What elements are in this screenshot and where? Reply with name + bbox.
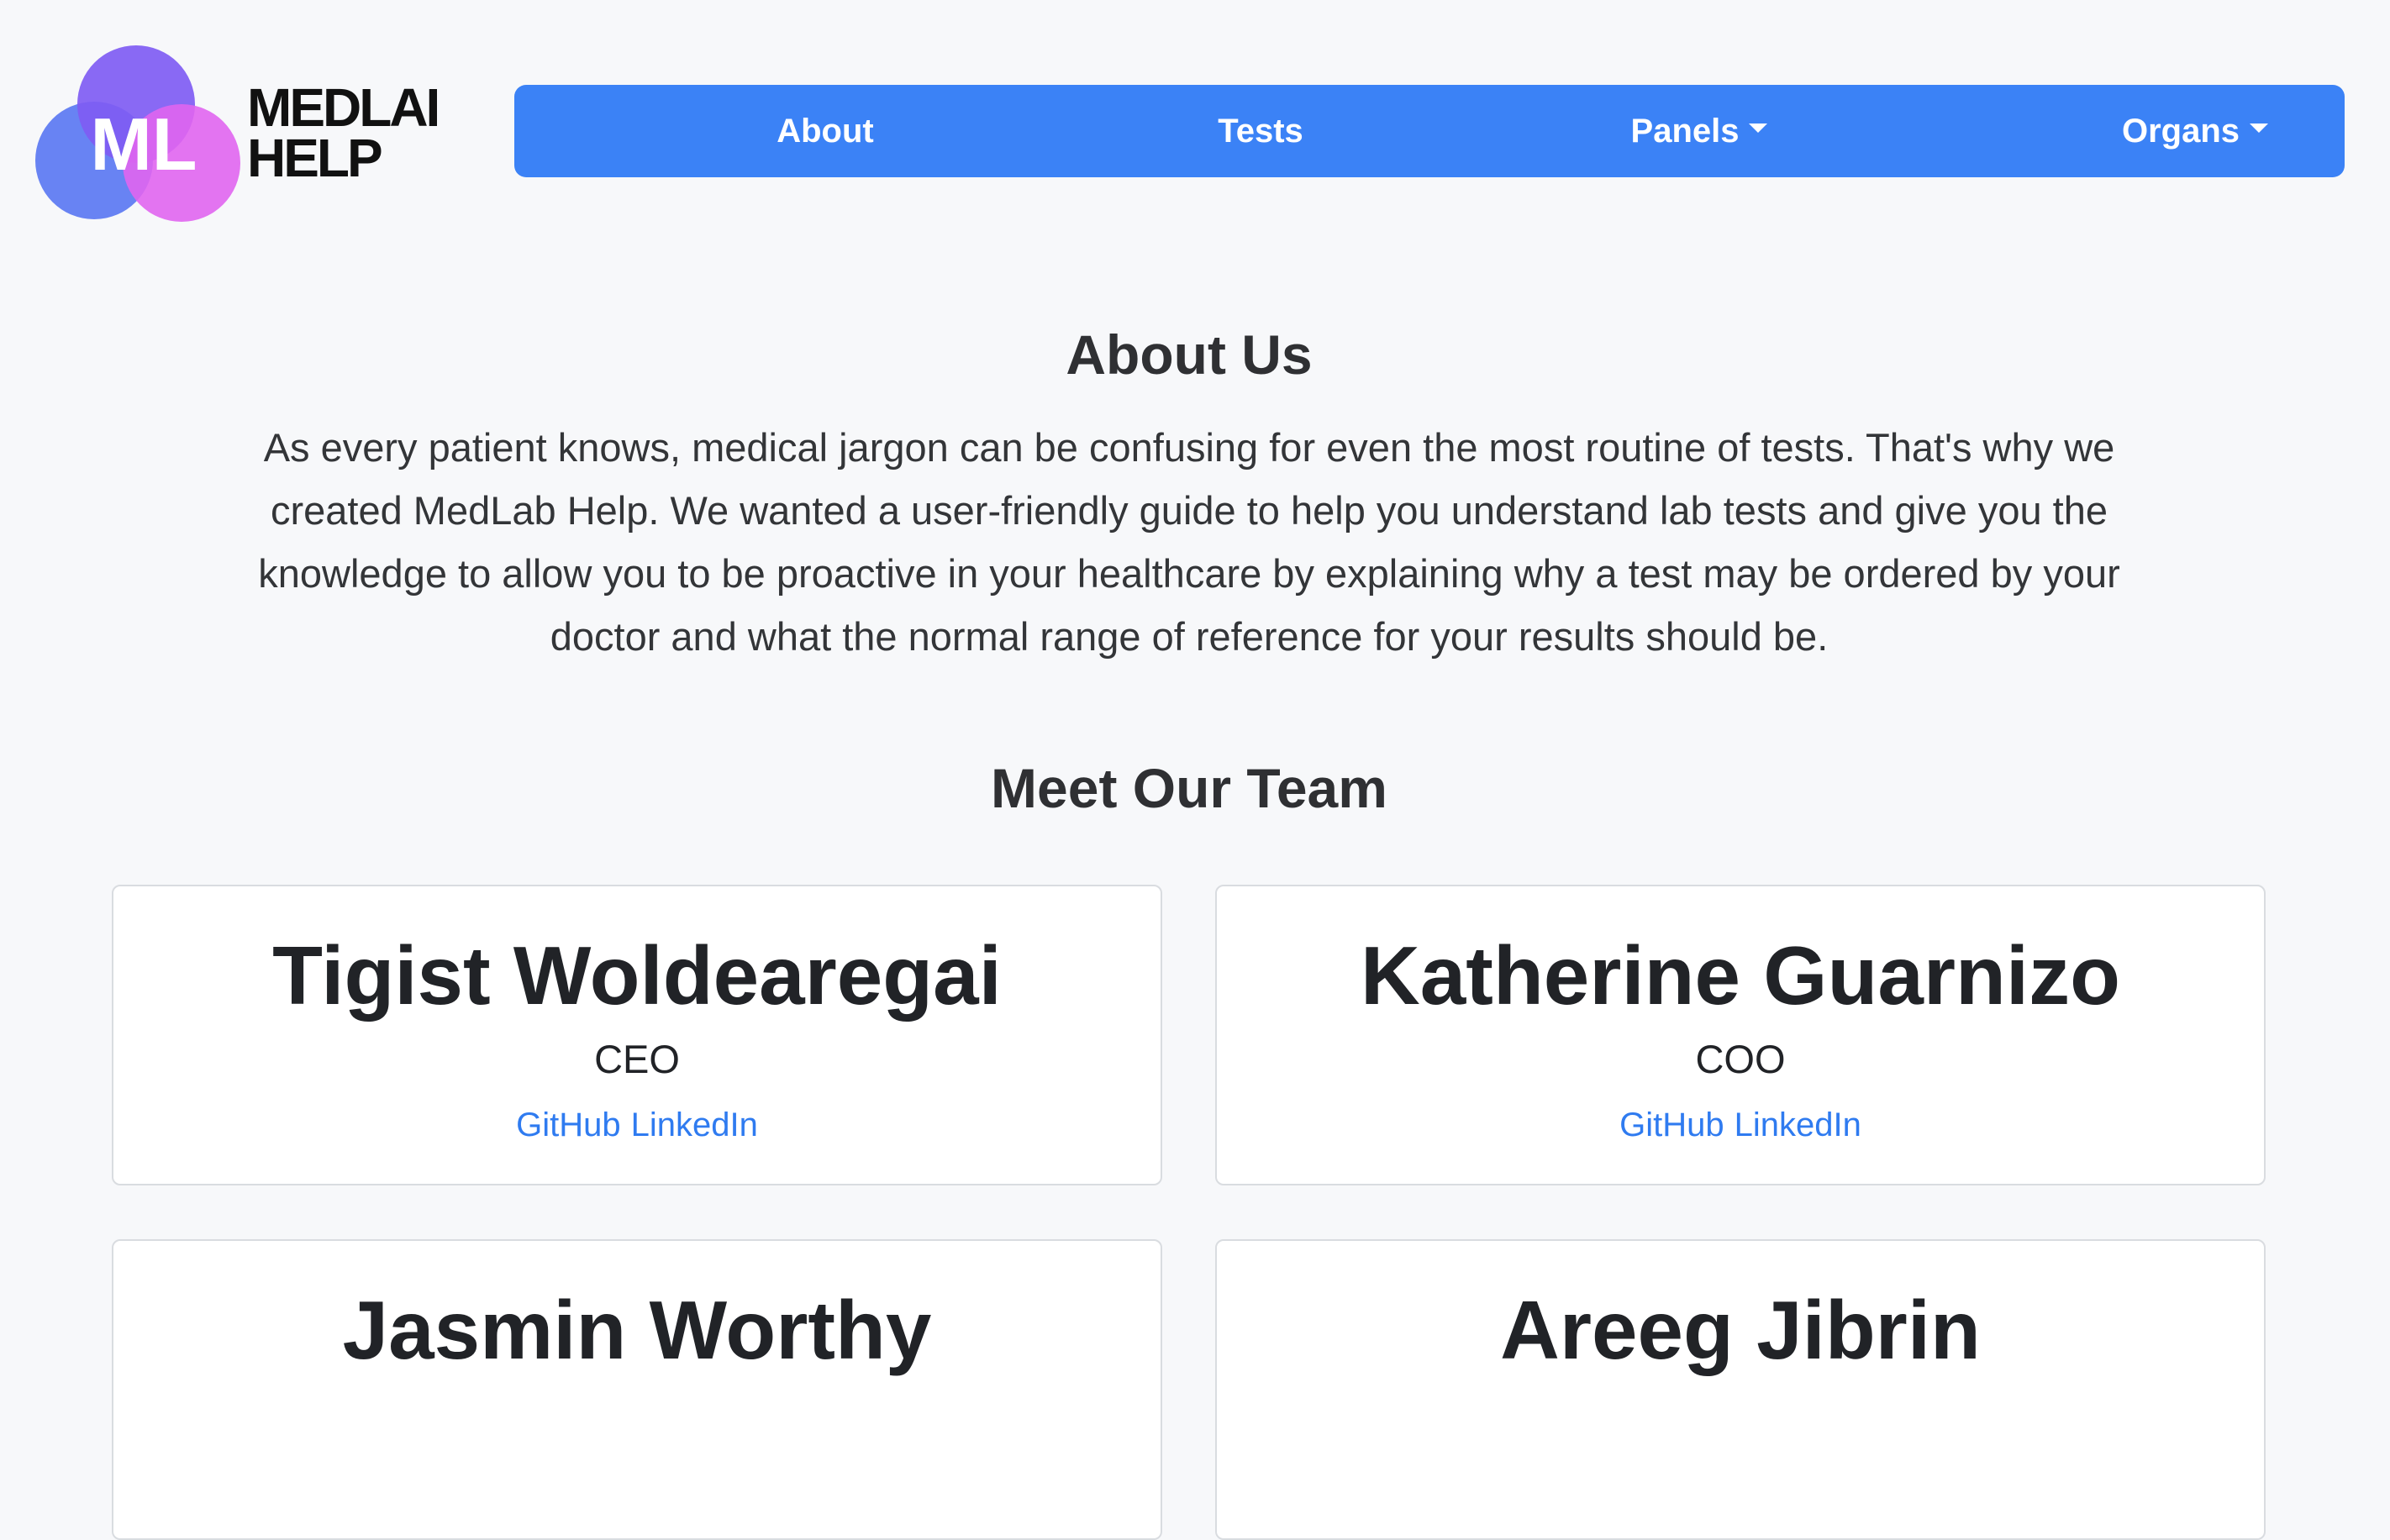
linkedin-link[interactable]: LinkedIn [631,1106,758,1143]
nav-tests-label: Tests [1218,112,1303,150]
team-member-card: Tigist Woldearegai CEO GitHub LinkedIn [112,885,1162,1185]
logo-monogram: ML [90,102,197,186]
nav-about-label: About [776,112,874,150]
main-navbar: About Tests Panels Organs [514,85,2345,177]
nav-panels-dropdown[interactable]: Panels [1523,85,1876,177]
team-member-card: Katherine Guarnizo COO GitHub LinkedIn [1215,885,2266,1185]
github-link[interactable]: GitHub [516,1106,621,1143]
about-heading: About Us [1066,323,1313,386]
team-member-card: Jasmin Worthy [112,1239,1162,1540]
nav-organs-label: Organs [2121,112,2240,150]
linkedin-link[interactable]: LinkedIn [1735,1106,1861,1143]
member-role: COO [1695,1037,1786,1081]
member-links: GitHub LinkedIn [1217,1106,2264,1144]
member-name: Katherine Guarnizo [1361,929,2120,1022]
nav-panels-label: Panels [1630,112,1740,150]
member-name: Jasmin Worthy [342,1284,932,1376]
team-member-card: Areeg Jibrin [1215,1239,2266,1540]
member-name: Areeg Jibrin [1500,1284,1981,1376]
logo-text-line2: HELP [247,128,382,188]
caret-down-icon [1749,123,1768,133]
caret-down-icon [2250,123,2269,133]
member-name: Tigist Woldearegai [272,929,1002,1022]
nav-about-link[interactable]: About [649,85,1002,177]
nav-tests-link[interactable]: Tests [1084,85,1437,177]
brand-logo[interactable]: ML MEDLAB HELP [34,37,437,230]
about-description: As every patient knows, medical jargon c… [258,425,2120,659]
github-link[interactable]: GitHub [1619,1106,1724,1143]
nav-organs-dropdown[interactable]: Organs [2010,85,2380,177]
member-links: GitHub LinkedIn [113,1106,1161,1144]
member-role: CEO [594,1037,680,1081]
team-heading: Meet Our Team [991,757,1387,819]
